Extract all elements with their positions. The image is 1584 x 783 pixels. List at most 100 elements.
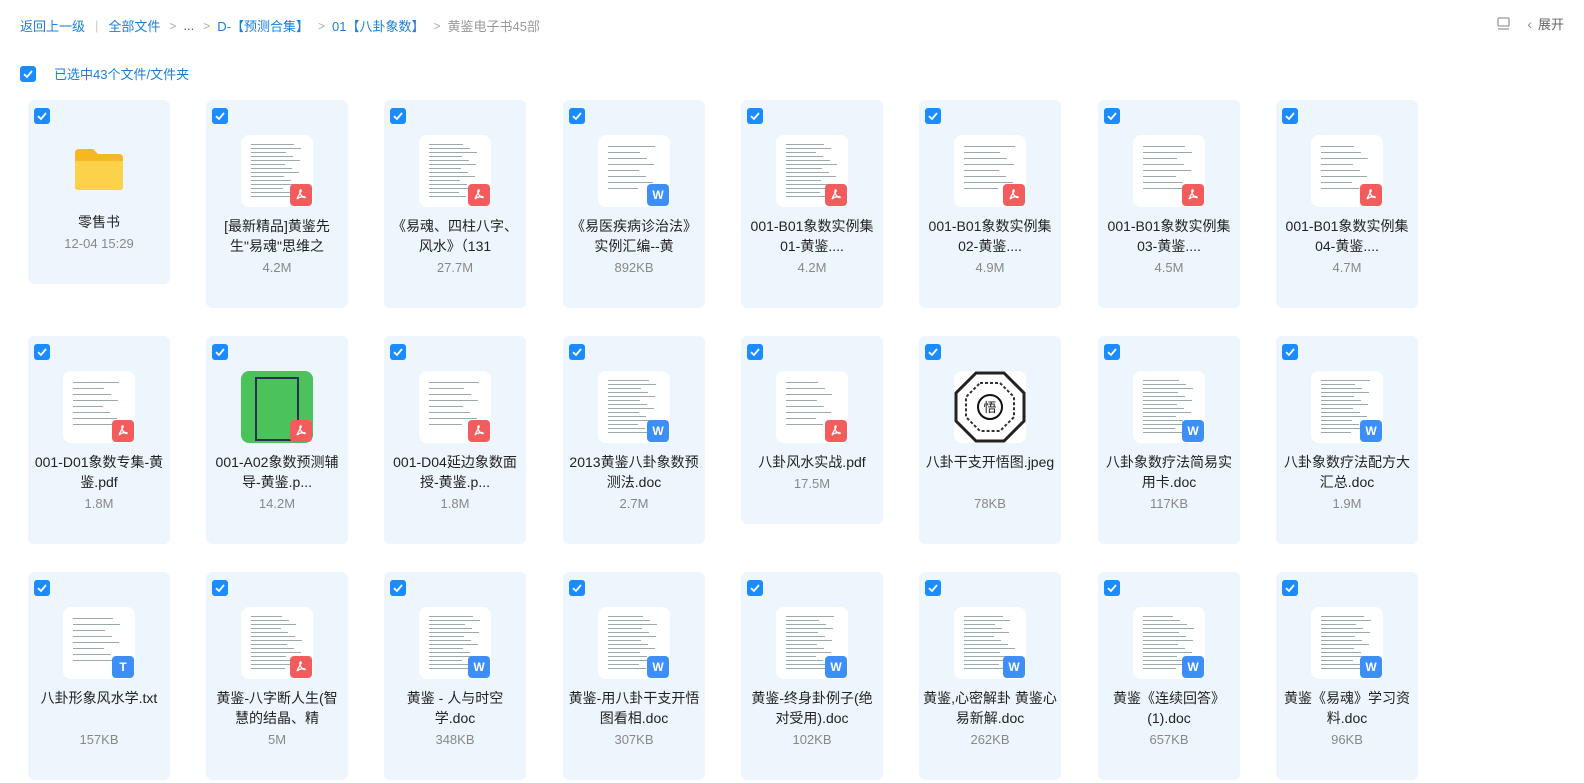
file-name: 八卦象数疗法简易实用卡.doc [1106,454,1232,490]
select-all-checkbox[interactable] [20,65,36,82]
selection-count: 已选中43个文件/文件夹 [54,67,190,82]
file-card[interactable]: W 八卦象数疗法简易实用卡.doc 117KB [1098,336,1240,544]
file-card[interactable]: 001-D01象数专集-黄鉴.pdf 1.8M [28,336,170,544]
pdf-badge-icon [112,420,134,442]
breadcrumb-current: 黄鉴电子书45部 [447,19,540,34]
file-card[interactable]: 黄鉴-八字断人生(智慧的结晶、精 5M [206,572,348,780]
breadcrumb-level1[interactable]: D-【预测合集】 [217,16,309,35]
file-card[interactable]: W 黄鉴-终身卦例子(绝对受用).doc 102KB [741,572,883,780]
file-checkbox[interactable] [34,344,50,360]
file-card[interactable]: T 八卦形象风水学.txt 157KB [28,572,170,780]
file-meta: 657KB [1149,732,1189,747]
file-meta: 4.2M [262,260,292,275]
pdf-badge-icon [468,420,490,442]
file-card[interactable]: W 黄鉴,心密解卦 黄鉴心易新解.doc 262KB [919,572,1061,780]
file-name: 黄鉴-用八卦干支开悟图看相.doc [568,690,700,726]
file-name: 001-B01象数实例集01-黄鉴.... [750,218,874,254]
file-meta: 4.5M [1154,260,1184,275]
file-card[interactable]: 八卦风水实战.pdf 17.5M [741,336,883,524]
file-checkbox[interactable] [747,344,763,360]
pdf-badge-icon [290,656,312,678]
file-card[interactable]: W 2013黄鉴八卦象数预测法.doc 2.7M [563,336,705,544]
file-card[interactable]: 001-B01象数实例集02-黄鉴.... 4.9M [919,100,1061,308]
file-checkbox[interactable] [1104,580,1120,596]
file-checkbox[interactable] [212,344,228,360]
expand-label: 展开 [1537,17,1564,32]
file-checkbox[interactable] [569,108,585,124]
file-meta: 1.9M [1332,496,1362,511]
file-card[interactable]: W 黄鉴-用八卦干支开悟图看相.doc 307KB [563,572,705,780]
file-meta: 1.8M [84,496,114,511]
breadcrumb-all-files[interactable]: 全部文件 [108,16,160,35]
file-meta: 102KB [792,732,832,747]
pdf-badge-icon [1003,184,1025,206]
file-checkbox[interactable] [569,580,585,596]
doc-badge-icon: W [1003,656,1025,678]
file-checkbox[interactable] [925,580,941,596]
file-name: 001-D01象数专集-黄鉴.pdf [34,454,164,490]
file-checkbox[interactable] [212,108,228,124]
pdf-badge-icon [468,184,490,206]
breadcrumb-level2[interactable]: 01【八卦象数】 [332,16,424,35]
file-checkbox[interactable] [747,580,763,596]
file-name: 001-B01象数实例集02-黄鉴.... [928,218,1052,254]
breadcrumb: 返回上一级 | 全部文件 > ... > D-【预测合集】 > 01【八卦象数】… [20,16,540,35]
selection-bar: 已选中43个文件/文件夹 [20,64,189,83]
file-checkbox[interactable] [34,580,50,596]
file-card[interactable]: [最新精品]黄鉴先生"易魂"思维之 4.2M [206,100,348,308]
file-checkbox[interactable] [1282,580,1298,596]
file-checkbox[interactable] [747,108,763,124]
file-card[interactable]: W 黄鉴《连续回答》(1).doc 657KB [1098,572,1240,780]
file-checkbox[interactable] [925,108,941,124]
file-checkbox[interactable] [1104,108,1120,124]
file-name: 零售书 [78,214,120,230]
file-card[interactable]: 001-B01象数实例集01-黄鉴.... 4.2M [741,100,883,308]
file-card[interactable]: 001-D04延边象数面授-黄鉴.p... 1.8M [384,336,526,544]
file-card[interactable]: 001-B01象数实例集04-黄鉴.... 4.7M [1276,100,1418,308]
file-card[interactable]: 001-B01象数实例集03-黄鉴.... 4.5M [1098,100,1240,308]
folder-icon [73,147,125,191]
file-meta: 307KB [614,732,654,747]
file-card[interactable]: W 《易医疾病诊治法》实例汇编--黄 892KB [563,100,705,308]
doc-badge-icon: W [825,656,847,678]
chevron-right-icon: > [433,18,441,33]
file-checkbox[interactable] [390,580,406,596]
file-checkbox[interactable] [212,580,228,596]
file-name: 黄鉴-八字断人生(智慧的结晶、精 [216,690,338,726]
file-card[interactable]: W 黄鉴《易魂》学习资料.doc 96KB [1276,572,1418,780]
top-bar: 返回上一级 | 全部文件 > ... > D-【预测合集】 > 01【八卦象数】… [0,0,1584,50]
file-card[interactable]: 零售书 12-04 15:29 [28,100,170,284]
list-view-icon[interactable] [1495,15,1513,33]
file-name: 《易魂、四柱八字、风水》（131 [392,218,518,254]
file-name: 八卦形象风水学.txt [40,690,158,706]
file-card[interactable]: 《易魂、四柱八字、风水》（131 27.7M [384,100,526,308]
doc-badge-icon: W [1360,656,1382,678]
file-checkbox[interactable] [390,108,406,124]
file-meta: 78KB [974,496,1006,511]
doc-badge-icon: W [1182,420,1204,442]
file-card[interactable]: W 八卦象数疗法配方大汇总.doc 1.9M [1276,336,1418,544]
chevron-right-icon: > [318,18,326,33]
file-checkbox[interactable] [34,108,50,124]
file-checkbox[interactable] [1104,344,1120,360]
doc-badge-icon: W [647,656,669,678]
file-meta: 157KB [79,732,119,747]
chevron-left-icon: ‹ [1527,15,1532,32]
file-card[interactable]: W 黄鉴 - 人与时空学.doc 348KB [384,572,526,780]
file-card[interactable]: 悟八卦干支开悟图.jpeg 78KB [919,336,1061,544]
file-checkbox[interactable] [569,344,585,360]
doc-badge-icon: W [1182,656,1204,678]
breadcrumb-ellipsis[interactable]: ... [183,18,194,33]
file-name: 001-A02象数预测辅导-黄鉴.p... [215,454,339,490]
file-checkbox[interactable] [1282,108,1298,124]
file-card[interactable]: 001-A02象数预测辅导-黄鉴.p... 14.2M [206,336,348,544]
expand-button[interactable]: ‹ 展开 [1527,14,1564,33]
file-checkbox[interactable] [390,344,406,360]
file-name: [最新精品]黄鉴先生"易魂"思维之 [224,218,330,254]
file-checkbox[interactable] [1282,344,1298,360]
file-name: 001-B01象数实例集04-黄鉴.... [1285,218,1409,254]
doc-badge-icon: W [647,184,669,206]
doc-badge-icon: W [1360,420,1382,442]
file-checkbox[interactable] [925,344,941,360]
back-link[interactable]: 返回上一级 [20,16,85,35]
